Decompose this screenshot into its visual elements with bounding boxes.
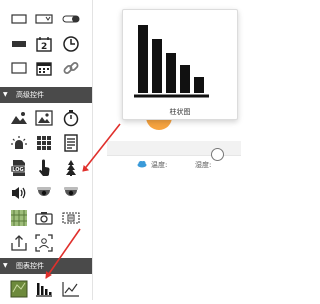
dome-camera-icon[interactable] <box>33 182 55 204</box>
textarea-icon[interactable] <box>8 57 30 79</box>
line-chart-icon[interactable] <box>60 278 82 300</box>
date-icon[interactable]: 2 <box>33 33 55 55</box>
preview-bar-1 <box>138 25 148 93</box>
basic-controls-row-1 <box>0 8 92 34</box>
preview-bar-5 <box>194 77 204 93</box>
preview-bar-3 <box>166 53 176 93</box>
scan-icon[interactable] <box>33 232 55 254</box>
popup-caption: 柱状图 <box>169 108 191 116</box>
bar-chart-preview <box>134 25 209 98</box>
cloud-icon <box>137 160 147 170</box>
alarm-light-icon[interactable] <box>8 132 30 154</box>
picture-frame-icon[interactable] <box>33 107 55 129</box>
advanced-controls-row-4 <box>0 182 92 208</box>
link-icon[interactable] <box>60 57 82 79</box>
bar-chart-preview-popup: 柱状图 <box>122 9 238 120</box>
document-list-icon[interactable] <box>60 132 82 154</box>
section-title: 图表控件 <box>16 262 44 270</box>
svg-text:2: 2 <box>41 42 47 52</box>
temperature-label: 温度: <box>151 161 168 169</box>
security-camera-icon[interactable] <box>60 182 82 204</box>
advanced-controls-row-6 <box>0 232 92 258</box>
radio-circle[interactable] <box>211 148 224 161</box>
clock-icon[interactable] <box>60 33 82 55</box>
collapse-triangle-icon: ▼ <box>3 262 8 269</box>
video-player-icon[interactable] <box>60 207 82 229</box>
advanced-controls-row-1 <box>0 107 92 133</box>
basic-controls-row-3 <box>0 57 92 83</box>
map-chart-icon[interactable] <box>8 278 30 300</box>
advanced-controls-row-2 <box>0 132 92 158</box>
preview-bar-4 <box>180 65 190 93</box>
section-header-chart[interactable]: ▼ 图表控件 <box>0 258 92 274</box>
log-file-icon[interactable]: LOG <box>8 157 30 179</box>
basic-controls-row-2: 2 <box>0 33 92 59</box>
toggle-switch-icon[interactable] <box>60 8 82 30</box>
component-panel: 2 ▼ 高级控件 LOG ▼ 图表控件 <box>0 0 93 300</box>
camera-icon[interactable] <box>33 207 55 229</box>
advanced-controls-row-3: LOG <box>0 157 92 183</box>
chart-controls-row <box>0 278 92 304</box>
collapse-triangle-icon: ▼ <box>3 91 8 98</box>
antenna-tower-icon[interactable] <box>60 157 82 179</box>
hand-pointer-icon[interactable] <box>33 157 55 179</box>
grid-table-icon[interactable] <box>33 132 55 154</box>
humidity-label: 湿度: <box>195 161 212 169</box>
button-icon[interactable] <box>8 33 30 55</box>
select-box-icon[interactable] <box>33 8 55 30</box>
preview-bar-2 <box>152 39 162 93</box>
bar-chart-icon[interactable] <box>33 278 55 300</box>
weather-item-humidity: 湿度: <box>195 160 211 170</box>
section-header-advanced[interactable]: ▼ 高级控件 <box>0 87 92 103</box>
speaker-icon[interactable] <box>8 182 30 204</box>
upload-icon[interactable] <box>8 232 30 254</box>
svg-text:LOG: LOG <box>12 167 23 173</box>
text-input-icon[interactable] <box>8 8 30 30</box>
calendar-icon[interactable] <box>33 57 55 79</box>
section-title: 高级控件 <box>16 91 44 99</box>
weather-item-temperature: 温度: <box>137 160 167 170</box>
stopwatch-icon[interactable] <box>60 107 82 129</box>
map-image-icon[interactable] <box>8 207 30 229</box>
advanced-controls-row-5 <box>0 207 92 233</box>
image-icon[interactable] <box>8 107 30 129</box>
